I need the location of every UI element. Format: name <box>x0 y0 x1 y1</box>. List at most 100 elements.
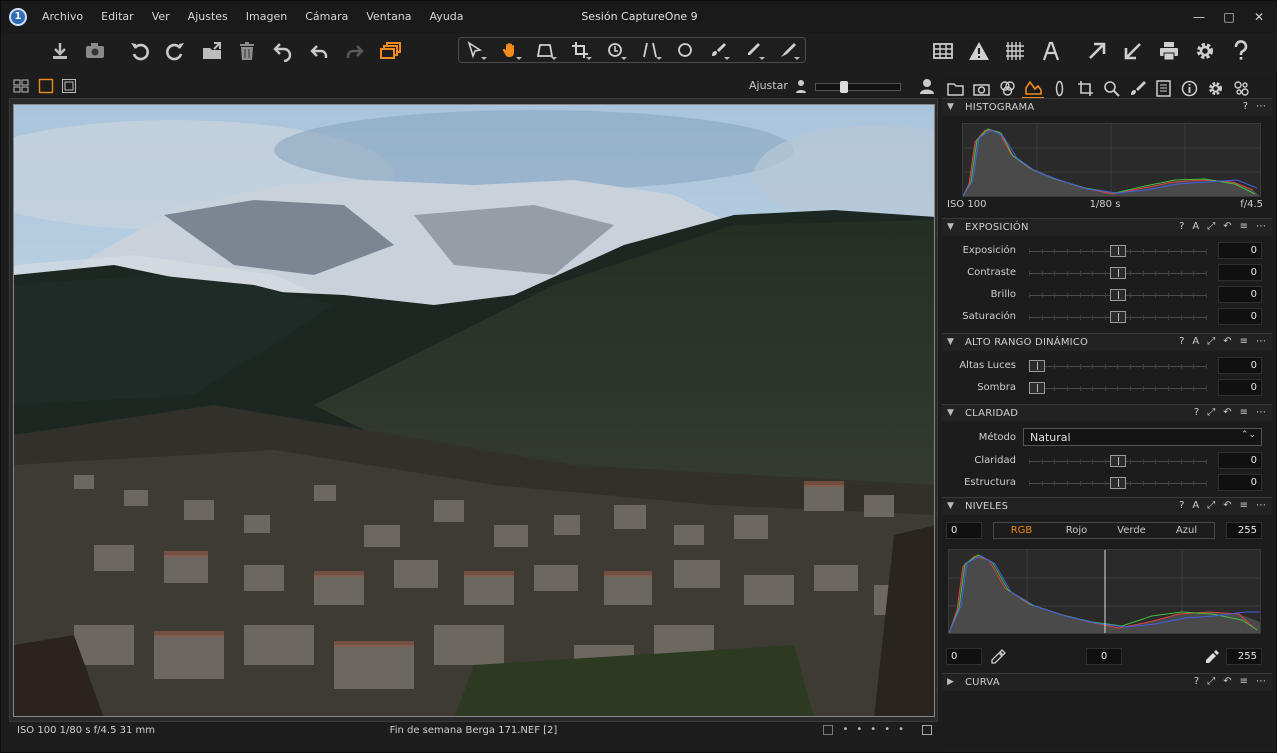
settings-tab-icon[interactable] <box>1204 77 1226 99</box>
menu-archivo[interactable]: Archivo <box>33 1 92 33</box>
auto-icon[interactable]: A <box>1192 500 1199 511</box>
copy-apply-icon[interactable]: ⤢ <box>1207 336 1215 347</box>
input-high-field[interactable]: 255 <box>1226 522 1262 539</box>
expand-icon[interactable]: ▶ <box>947 677 954 687</box>
slider-knob[interactable] <box>1029 360 1045 372</box>
variants-icon[interactable] <box>377 37 405 65</box>
menu-ayuda[interactable]: Ayuda <box>421 1 473 33</box>
auto-icon[interactable]: A <box>1192 221 1199 232</box>
exposure-section-header[interactable]: ▼ EXPOSICIÓN ? A ⤢ ↶ ≡ ⋯ <box>942 218 1272 236</box>
grid-icon[interactable] <box>929 37 957 65</box>
help-icon[interactable]: ? <box>1179 500 1184 511</box>
details-tab-icon[interactable] <box>1100 77 1122 99</box>
channel-green[interactable]: Verde <box>1104 523 1159 538</box>
clarity-section-header[interactable]: ▼ CLARIDAD ? ⤢ ↶ ≡ ⋯ <box>942 404 1272 422</box>
menu-icon[interactable]: ≡ <box>1240 221 1248 232</box>
arrow-up-icon[interactable] <box>1083 37 1111 65</box>
slider-value-field[interactable]: 0 <box>1218 242 1262 259</box>
batch-tab-icon[interactable] <box>1230 77 1252 99</box>
more-icon[interactable]: ⋯ <box>1256 407 1266 418</box>
copy-apply-icon[interactable]: ⤢ <box>1207 221 1215 232</box>
zoom-slider-thumb[interactable] <box>840 81 849 93</box>
slider-value-field[interactable]: 0 <box>1218 308 1262 325</box>
crop-icon[interactable] <box>566 39 594 61</box>
collapse-icon[interactable]: ▼ <box>947 408 954 418</box>
checkbox-icon[interactable] <box>822 724 833 735</box>
help-icon[interactable]: ? <box>1243 101 1248 112</box>
info-tab-icon[interactable] <box>1178 77 1200 99</box>
undo-all-icon[interactable] <box>269 37 297 65</box>
levels-section-header[interactable]: ▼ NIVELES ? A ⤢ ↶ ≡ ⋯ <box>942 497 1272 515</box>
copy-apply-icon[interactable]: ⤢ <box>1207 407 1215 418</box>
menu-editar[interactable]: Editar <box>92 1 143 33</box>
image-viewer[interactable] <box>9 98 938 722</box>
menu-ver[interactable]: Ver <box>143 1 179 33</box>
list-icon[interactable] <box>922 724 932 735</box>
collapse-icon[interactable]: ▼ <box>947 337 954 347</box>
levels-histogram[interactable] <box>948 549 1261 634</box>
slider-knob[interactable] <box>1110 477 1126 489</box>
slider-value-field[interactable]: 0 <box>1218 286 1262 303</box>
focus-grid-icon[interactable] <box>1001 37 1029 65</box>
channel-red[interactable]: Rojo <box>1049 523 1104 538</box>
camera-icon[interactable] <box>81 37 109 65</box>
hdr-section-header[interactable]: ▼ ALTO RANGO DINÁMICO ? A ⤢ ↶ ≡ ⋯ <box>942 333 1272 351</box>
slider-knob[interactable] <box>1110 455 1126 467</box>
collapse-icon[interactable]: ▼ <box>947 102 954 112</box>
slider-knob[interactable] <box>1110 267 1126 279</box>
trash-icon[interactable] <box>233 37 261 65</box>
copy-apply-icon[interactable]: ⤢ <box>1207 500 1215 511</box>
export-icon[interactable] <box>198 37 226 65</box>
picker-icon[interactable] <box>739 39 767 61</box>
help-icon[interactable]: ? <box>1179 336 1184 347</box>
warning-icon[interactable] <box>965 37 993 65</box>
local-adjust-tab-icon[interactable] <box>1126 77 1148 99</box>
slider-knob[interactable] <box>1029 382 1045 394</box>
help-icon[interactable]: ? <box>1194 407 1199 418</box>
input-low-field[interactable]: 0 <box>946 522 982 539</box>
help-icon[interactable] <box>1227 37 1255 65</box>
channel-blue[interactable]: Azul <box>1159 523 1214 538</box>
select-cursor-icon[interactable] <box>461 39 489 61</box>
menu-icon[interactable]: ≡ <box>1240 336 1248 347</box>
circle-mask-icon[interactable] <box>671 39 699 61</box>
rotate-tool-icon[interactable] <box>601 39 629 61</box>
more-icon[interactable]: ⋯ <box>1256 101 1266 112</box>
collapse-icon[interactable]: ▼ <box>947 222 954 232</box>
slider-value-field[interactable]: 0 <box>1218 357 1262 374</box>
menu-ventana[interactable]: Ventana <box>357 1 420 33</box>
slider-knob[interactable] <box>1110 311 1126 323</box>
camera-tab-icon[interactable] <box>970 77 992 99</box>
copy-apply-icon[interactable]: ⤢ <box>1207 676 1215 687</box>
main-photo[interactable] <box>13 104 935 717</box>
reset-icon[interactable]: ↶ <box>1223 336 1231 347</box>
menu-imagen[interactable]: Imagen <box>237 1 296 33</box>
settings-icon[interactable] <box>1191 37 1219 65</box>
auto-icon[interactable]: A <box>1192 336 1199 347</box>
menu-camara[interactable]: Cámara <box>296 1 357 33</box>
help-icon[interactable]: ? <box>1194 676 1199 687</box>
slider-value-field[interactable]: 0 <box>1218 264 1262 281</box>
output-low-field[interactable]: 0 <box>946 648 982 665</box>
undo-icon[interactable] <box>305 37 333 65</box>
keystone-icon[interactable] <box>636 39 664 61</box>
minimize-button[interactable]: — <box>1184 1 1214 33</box>
menu-icon[interactable]: ≡ <box>1240 407 1248 418</box>
output-high-field[interactable]: 255 <box>1226 648 1262 665</box>
midpoint-field[interactable]: 0 <box>1086 648 1122 665</box>
reset-icon[interactable]: ↶ <box>1223 676 1231 687</box>
slider-value-field[interactable]: 0 <box>1218 452 1262 469</box>
loupe-icon[interactable] <box>531 39 559 61</box>
arrow-down-icon[interactable] <box>1119 37 1147 65</box>
rotate-left-icon[interactable] <box>126 37 154 65</box>
rotate-right-icon[interactable] <box>161 37 189 65</box>
print-icon[interactable] <box>1155 37 1183 65</box>
help-icon[interactable]: ? <box>1179 221 1184 232</box>
maximize-button[interactable]: □ <box>1214 1 1244 33</box>
reset-icon[interactable]: ↶ <box>1223 407 1231 418</box>
fullscreen-view-icon[interactable] <box>61 78 77 94</box>
pan-hand-icon[interactable] <box>496 39 524 61</box>
slider-knob[interactable] <box>1110 289 1126 301</box>
black-point-picker-icon[interactable] <box>990 649 1006 665</box>
channel-rgb[interactable]: RGB <box>994 523 1049 538</box>
